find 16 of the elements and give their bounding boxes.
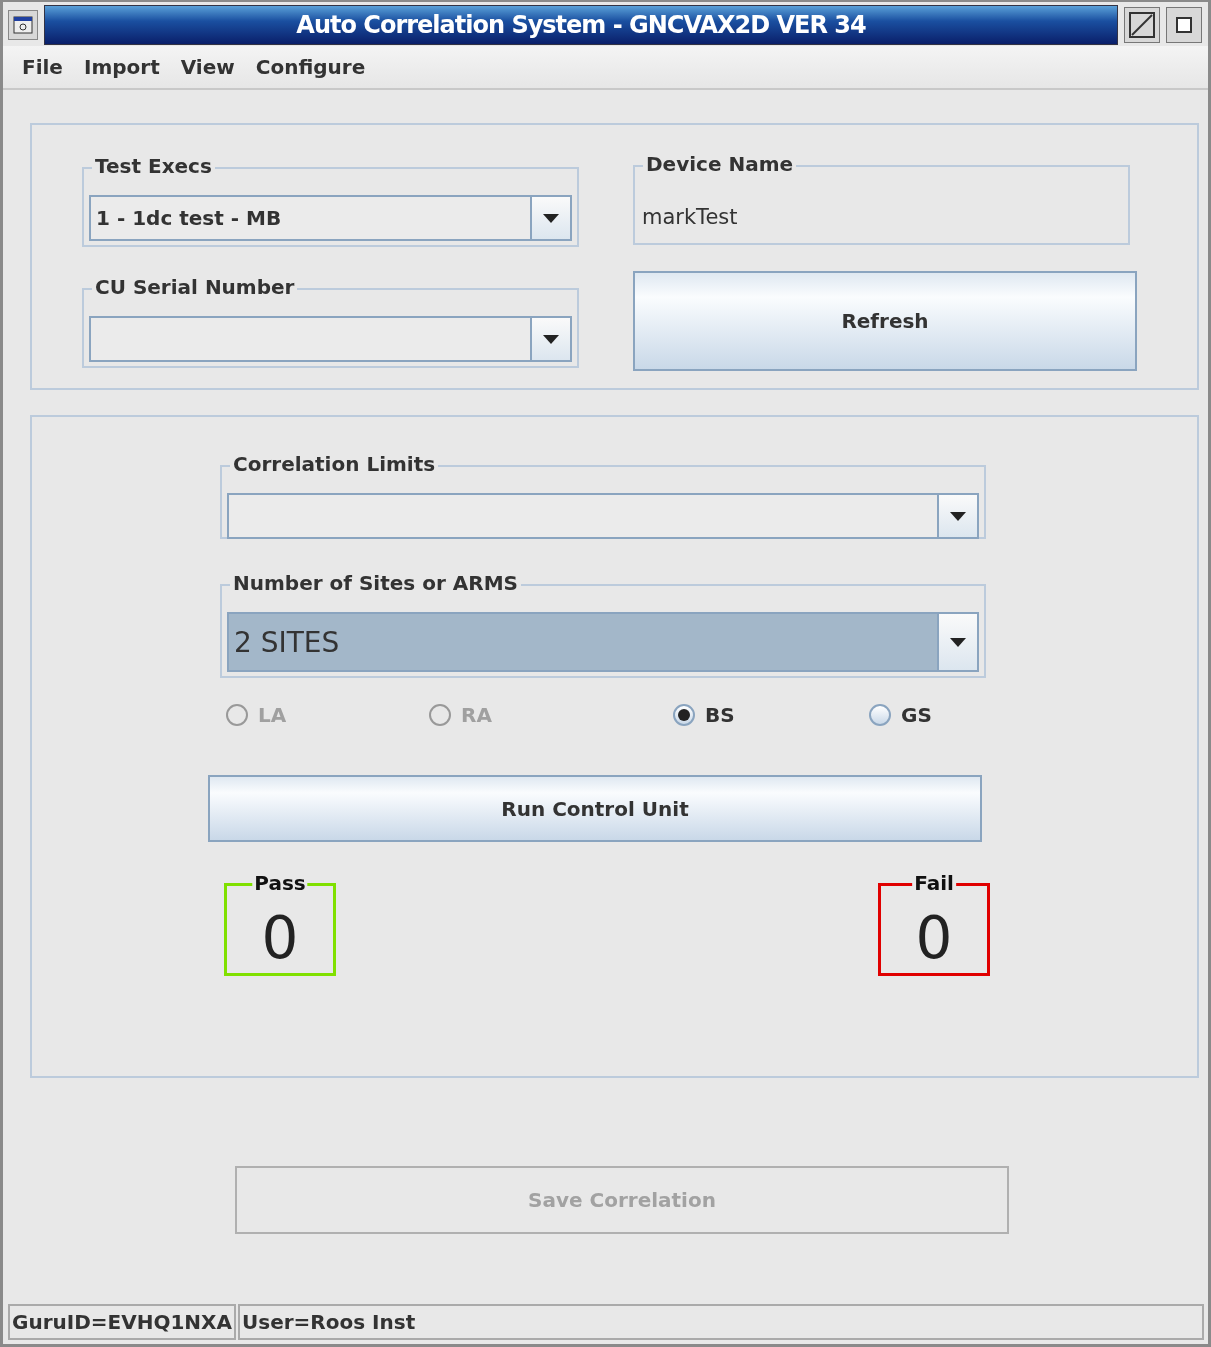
radio-button[interactable]: GS <box>869 703 932 727</box>
menu-item[interactable]: View <box>171 55 247 79</box>
counter-value: 0 <box>261 909 299 967</box>
dropdown[interactable]: 2 SITES <box>227 612 979 672</box>
status-field: User=Roos Inst <box>238 1304 1204 1340</box>
window-title: Auto Correlation System - GNCVAX2D VER 34 <box>296 11 866 39</box>
refresh-button[interactable]: Refresh <box>633 271 1137 371</box>
status-field: GuruID=EVHQ1NXA <box>8 1304 236 1340</box>
counter-value: 0 <box>915 909 953 967</box>
radio-button[interactable]: BS <box>673 703 735 727</box>
menu-item[interactable]: Configure <box>246 55 378 79</box>
menu-item[interactable]: Import <box>74 55 172 79</box>
menu-item[interactable]: File <box>13 55 75 79</box>
device-name-value: markTest <box>641 204 739 231</box>
dropdown[interactable]: 1 - 1dc test - MB <box>89 195 572 241</box>
run-button[interactable]: Run Control Unit <box>208 775 982 842</box>
